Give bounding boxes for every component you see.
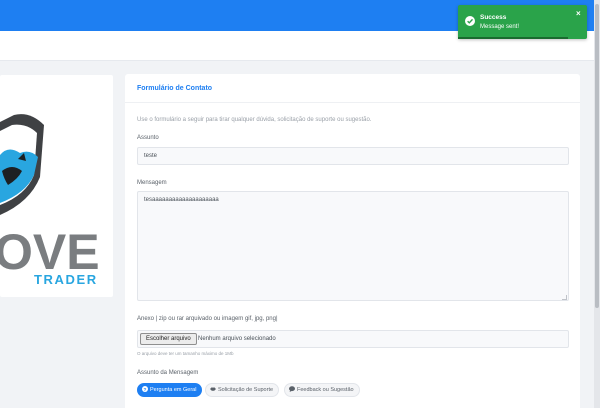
svg-text:?: ? xyxy=(144,387,147,392)
toast-close-button[interactable]: × xyxy=(576,10,581,18)
topic-general-label: Pergunta em Geral xyxy=(150,387,197,393)
toast-message: Message sent! xyxy=(480,24,520,30)
choose-file-button[interactable]: Escolher arquivo xyxy=(140,333,197,345)
toast-title: Success xyxy=(480,14,507,21)
file-status-text: Nenhum arquivo selecionado xyxy=(198,336,276,342)
topic-general-question[interactable]: ? Pergunta em Geral xyxy=(137,383,203,397)
form-title: Formulário de Contato xyxy=(137,85,213,92)
subject-label: Assunto xyxy=(137,135,159,141)
check-circle-icon xyxy=(465,16,475,26)
message-textarea[interactable]: tesaaaaaaaaaaaaaaaaaaaa xyxy=(137,191,569,301)
scrollbar-thumb[interactable] xyxy=(595,4,599,308)
question-circle-icon: ? xyxy=(142,386,148,392)
toast-progress-bar xyxy=(458,37,568,39)
brand-logo: OVE TRADER xyxy=(0,114,100,287)
comment-icon xyxy=(289,386,295,392)
logo-subtitle: TRADER xyxy=(34,272,98,287)
subject-input[interactable] xyxy=(137,147,569,165)
textarea-resize-handle[interactable] xyxy=(562,295,567,300)
card-header: Formulário de Contato xyxy=(125,74,580,103)
topic-support-request[interactable]: Solicitação de Suporte xyxy=(205,383,280,397)
topic-label: Assunto da Mensagem xyxy=(137,370,199,376)
topic-feedback[interactable]: Feedback ou Sugestão xyxy=(284,383,360,397)
topic-feedback-label: Feedback ou Sugestão xyxy=(297,387,354,393)
success-toast: Success Message sent! × xyxy=(458,5,587,39)
form-intro-text: Use o formulário a seguir para tirar qua… xyxy=(137,117,372,123)
attachment-label: Anexo | zip ou rar arquivado ou imagem g… xyxy=(137,316,278,322)
message-label: Mensagem xyxy=(137,180,167,186)
topic-support-label: Solicitação de Suporte xyxy=(218,387,274,393)
logo-card: OVE TRADER xyxy=(0,75,113,297)
contact-form-card: Formulário de Contato Use o formulário a… xyxy=(125,74,580,408)
handshake-icon xyxy=(210,387,216,391)
page-scrollbar[interactable] xyxy=(594,0,600,408)
file-input[interactable]: Escolher arquivo Nenhum arquivo selecion… xyxy=(137,330,569,348)
attachment-hint: O arquivo deve ter um tamanho máximo de … xyxy=(137,351,234,356)
